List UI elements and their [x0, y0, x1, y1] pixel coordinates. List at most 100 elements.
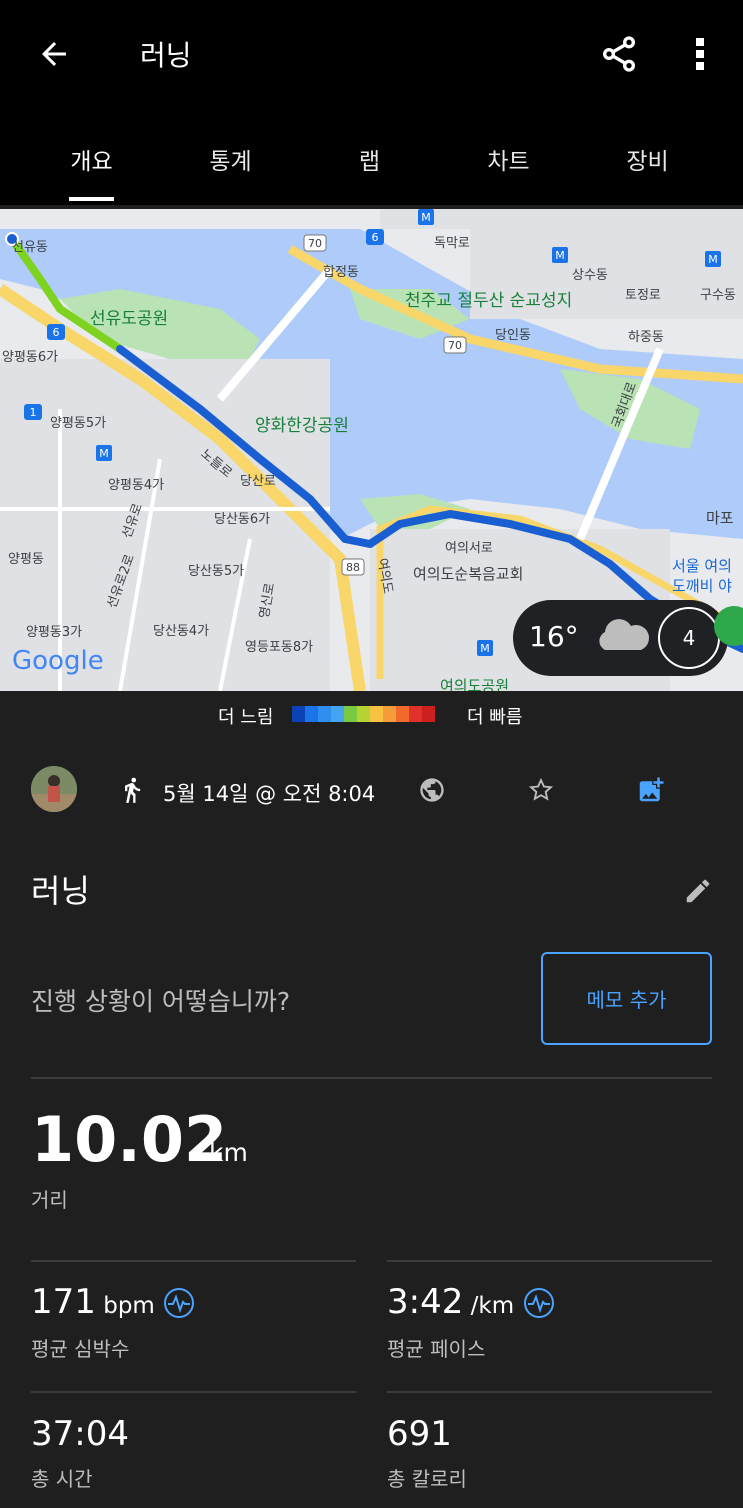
- map-label-dangsan5: 당산동5가: [188, 564, 244, 579]
- map-label-yeouido-park: 여의도공원: [440, 677, 509, 691]
- legend-color-segment: [409, 706, 422, 722]
- map-label-hapjeong: 합정동: [323, 265, 359, 280]
- map-label-dokkaebi: 도깨비 야: [672, 577, 732, 595]
- total-time-value: 37:04: [31, 1414, 129, 1454]
- avg-pace-label: 평균 페이스: [387, 1337, 486, 1361]
- running-person-icon: [125, 777, 141, 803]
- svg-text:M: M: [99, 447, 109, 460]
- map-label-dangin: 당인동: [495, 328, 531, 343]
- page-title: 러닝: [140, 39, 192, 72]
- road-shield-70: 70: [308, 237, 322, 250]
- activity-date: 5월 14일 @ 오전 8:04: [163, 782, 376, 806]
- map-label-yangpyeong5: 양평동5가: [50, 416, 106, 431]
- legend-color-segment: [422, 706, 435, 722]
- heart-rate-chart-icon[interactable]: [163, 1287, 195, 1319]
- calories-value: 691: [387, 1414, 452, 1454]
- legend-color-segment: [318, 706, 331, 722]
- avatar-image: [31, 766, 77, 812]
- map-label-dongmakro: 독막로: [434, 236, 470, 251]
- google-logo: Google: [12, 646, 104, 676]
- map-label-yangpyeong: 양평동: [8, 552, 44, 567]
- add-photo-icon[interactable]: [636, 775, 666, 805]
- map-label-seoul-yeoui: 서울 여의: [672, 557, 732, 575]
- map-label-yeongdeungpo8: 영등포동8가: [245, 640, 313, 655]
- avg-pace-unit: /km: [463, 1293, 515, 1319]
- app-bar: 러닝 개요 통계 랩 차트 장비: [0, 0, 743, 205]
- avg-hr-label: 평균 심박수: [31, 1337, 130, 1361]
- more-options-button[interactable]: [680, 30, 720, 78]
- road-shield-1: 1: [30, 406, 37, 419]
- divider: [31, 1077, 712, 1079]
- legend-color-bar: [292, 706, 435, 722]
- map-label-dangsan4: 당산동4가: [153, 624, 209, 639]
- divider: [31, 1260, 356, 1262]
- pace-legend: 더 느림 더 빠름: [0, 700, 743, 730]
- avg-hr-unit: bpm: [95, 1293, 155, 1319]
- legend-slow-label: 더 느림: [218, 707, 274, 728]
- map-label-seonyudong: 선유동: [12, 240, 48, 255]
- share-button[interactable]: [596, 30, 642, 78]
- globe-icon[interactable]: [418, 776, 446, 804]
- tab-charts[interactable]: 차트: [439, 128, 578, 203]
- legend-color-segment: [292, 706, 305, 722]
- arrow-left-icon: [42, 42, 66, 66]
- pencil-icon[interactable]: [683, 876, 713, 906]
- map-label-hajung: 하중동: [628, 330, 664, 345]
- legend-color-segment: [396, 706, 409, 722]
- legend-color-segment: [305, 706, 318, 722]
- weather-widget: 16° 4: [513, 600, 728, 676]
- divider: [31, 1391, 356, 1393]
- divider: [387, 1391, 712, 1393]
- legend-color-segment: [357, 706, 370, 722]
- calories-label: 총 칼로리: [387, 1467, 467, 1491]
- star-outline-icon[interactable]: [527, 776, 555, 804]
- distance-value: 10.02: [31, 1103, 228, 1176]
- map-label-yangpyeong4: 양평동4가: [108, 478, 164, 493]
- svg-text:M: M: [480, 642, 490, 655]
- avatar[interactable]: [31, 766, 77, 812]
- divider: [387, 1260, 712, 1262]
- tab-stats[interactable]: 통계: [161, 128, 300, 203]
- map-label-dangsan6: 당산동6가: [214, 512, 270, 527]
- map-label-yangpyeong6: 양평동6가: [2, 350, 58, 365]
- map-label-seonyudo: 선유도공원: [90, 309, 168, 329]
- total-time-label: 총 시간: [31, 1467, 93, 1491]
- tab-gear[interactable]: 장비: [578, 128, 717, 203]
- svg-text:M: M: [555, 249, 565, 262]
- road-shield-70b: 70: [448, 339, 462, 352]
- legend-fast-label: 더 빠름: [467, 707, 523, 728]
- pace-chart-icon[interactable]: [523, 1287, 555, 1319]
- activity-name: 러닝: [31, 872, 90, 910]
- map-label-gusu: 구수동: [700, 288, 736, 303]
- back-button[interactable]: [30, 30, 78, 78]
- more-vert-icon: [696, 38, 704, 70]
- map-label-yanghwa-park: 양화한강공원: [255, 416, 349, 436]
- progress-prompt: 진행 상황이 어떻습니까?: [31, 987, 291, 1016]
- legend-color-segment: [331, 706, 344, 722]
- map-label-yangpyeong3: 양평동3가: [26, 625, 82, 640]
- road-shield-88: 88: [346, 561, 360, 574]
- map-label-tojeongro: 토정로: [625, 288, 661, 303]
- wind-speed: 4: [682, 626, 696, 650]
- svg-text:M: M: [708, 253, 718, 266]
- distance-unit: km: [209, 1138, 248, 1167]
- avg-hr-stat: 171 bpm: [31, 1282, 155, 1322]
- weather-temp: 16°: [529, 620, 579, 653]
- activity-meta-row: 5월 14일 @ 오전 8:04: [0, 760, 743, 820]
- distance-label: 거리: [31, 1188, 68, 1212]
- legend-color-segment: [370, 706, 383, 722]
- share-icon: [603, 36, 635, 72]
- legend-color-segment: [344, 706, 357, 722]
- svg-text:M: M: [421, 211, 431, 224]
- tab-bar: 개요 통계 랩 차트 장비: [0, 128, 743, 203]
- map-label-sangsu: 상수동: [572, 268, 608, 283]
- tab-laps[interactable]: 랩: [300, 128, 439, 203]
- avg-pace-stat: 3:42 /km: [387, 1282, 514, 1322]
- map-label-yeouiseoro: 여의서로: [445, 541, 493, 556]
- map-label-jeoldusan: 천주교 절두산 순교성지: [405, 291, 572, 311]
- add-memo-button[interactable]: 메모 추가: [541, 952, 712, 1045]
- cloud-icon: [599, 619, 649, 650]
- road-shield-6b: 6: [53, 326, 60, 339]
- map-label-mapo: 마포: [706, 509, 734, 527]
- tab-overview[interactable]: 개요: [22, 128, 161, 203]
